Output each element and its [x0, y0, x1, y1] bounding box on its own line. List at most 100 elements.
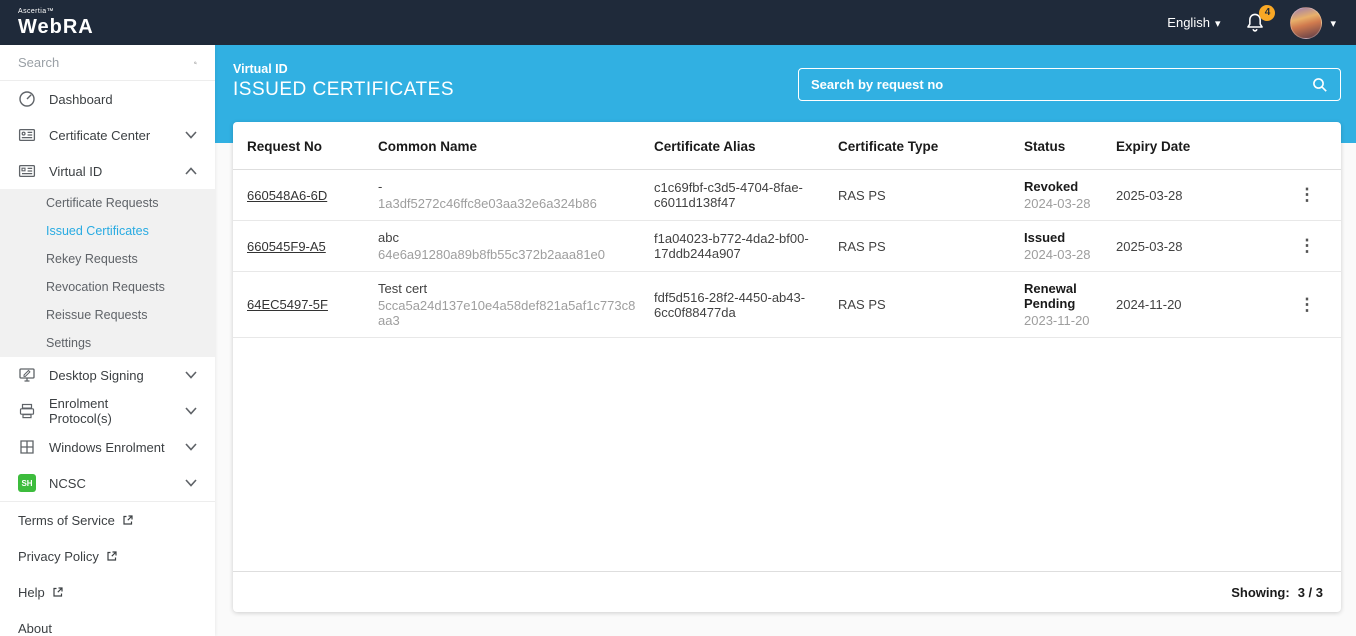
external-link-icon — [106, 550, 118, 562]
chevron-down-icon — [1215, 15, 1221, 30]
ncsc-icon: SH — [18, 474, 36, 492]
notifications-button[interactable]: 4 — [1244, 12, 1266, 34]
app-logo[interactable]: Ascertia™ WebRA — [18, 8, 94, 37]
link-label: Help — [18, 585, 45, 600]
common-name-id: 1a3df5272c46ffc8e03aa32e6a324b86 — [378, 196, 638, 211]
certificate-alias: fdf5d516-28f2-4450-ab43-6cc0f88477da — [646, 272, 830, 338]
sidebar-item-reissue-requests[interactable]: Reissue Requests — [0, 301, 215, 329]
column-header-request-no: Request No — [233, 122, 370, 170]
sidebar-item-revocation-requests[interactable]: Revocation Requests — [0, 273, 215, 301]
expiry-date: 2025-03-28 — [1108, 170, 1273, 221]
status-label: Renewal Pending — [1024, 281, 1100, 311]
search-icon[interactable] — [1312, 77, 1328, 93]
certificate-alias: f1a04023-b772-4da2-bf00-17ddb244a907 — [646, 221, 830, 272]
row-actions-menu-icon[interactable] — [1281, 295, 1333, 315]
sidebar-item-ncsc[interactable]: SH NCSC — [0, 465, 215, 501]
sidebar-item-windows-enrolment[interactable]: Windows Enrolment — [0, 429, 215, 465]
showing-label: Showing: — [1231, 585, 1290, 600]
main-content: Virtual ID ISSUED CERTIFICATES Request N… — [215, 45, 1356, 636]
brand-name: WebRA — [18, 17, 94, 37]
sidebar-item-label: Virtual ID — [49, 164, 172, 179]
link-label: About — [18, 621, 52, 636]
sidebar-item-label: Dashboard — [49, 92, 197, 107]
certificate-type: RAS PS — [830, 170, 1016, 221]
row-actions-menu-icon[interactable] — [1281, 185, 1333, 205]
language-selector[interactable]: English — [1167, 15, 1220, 30]
certificate-card-icon — [18, 126, 36, 144]
status-label: Issued — [1024, 230, 1100, 245]
column-header-certificate-alias: Certificate Alias — [646, 122, 830, 170]
chevron-down-icon — [185, 371, 197, 379]
about-link[interactable]: About — [0, 610, 215, 636]
expiry-date: 2025-03-28 — [1108, 221, 1273, 272]
status-label: Revoked — [1024, 179, 1100, 194]
chevron-down-icon — [185, 407, 197, 415]
sidebar-item-label: Windows Enrolment — [49, 440, 172, 455]
sidebar-footer: Terms of Service Privacy Policy Help — [0, 501, 215, 636]
sidebar-item-label: Enrolment Protocol(s) — [49, 396, 172, 426]
chevron-up-icon — [185, 167, 197, 175]
certificate-alias: c1c69fbf-c3d5-4704-8fae-c6011d138f47 — [646, 170, 830, 221]
request-no-link[interactable]: 660545F9-A5 — [247, 239, 326, 254]
request-no-link[interactable]: 64EC5497-5F — [247, 297, 328, 312]
sidebar-item-settings[interactable]: Settings — [0, 329, 215, 357]
status-date: 2024-03-28 — [1024, 196, 1100, 211]
sidebar-item-enrolment-protocols[interactable]: Enrolment Protocol(s) — [0, 393, 215, 429]
status-date: 2024-03-28 — [1024, 247, 1100, 262]
column-header-expiry-date: Expiry Date — [1108, 122, 1273, 170]
common-name-id: 5cca5a24d137e10e4a58def821a5af1c773c8aa3 — [378, 298, 638, 328]
sidebar-item-label: Desktop Signing — [49, 368, 172, 383]
dashboard-icon — [18, 90, 36, 108]
column-header-certificate-type: Certificate Type — [830, 122, 1016, 170]
external-link-icon — [52, 586, 64, 598]
avatar — [1290, 7, 1322, 39]
certificate-type: RAS PS — [830, 221, 1016, 272]
common-name-id: 64e6a91280a89b8fb55c372b2aaa81e0 — [378, 247, 638, 262]
request-search-input[interactable] — [811, 77, 1312, 92]
windows-enrolment-icon — [18, 438, 36, 456]
chevron-down-icon — [185, 479, 197, 487]
notification-count-badge: 4 — [1259, 5, 1275, 21]
showing-value: 3 / 3 — [1298, 585, 1323, 600]
column-header-actions — [1273, 122, 1341, 170]
language-label: English — [1167, 15, 1210, 30]
chevron-down-icon — [185, 443, 197, 451]
table-header-row: Request No Common Name Certificate Alias… — [233, 122, 1341, 170]
sidebar-item-desktop-signing[interactable]: Desktop Signing — [0, 357, 215, 393]
search-icon[interactable] — [194, 55, 197, 71]
sidebar-item-virtual-id[interactable]: Virtual ID — [0, 153, 215, 189]
request-search — [798, 68, 1341, 101]
terms-of-service-link[interactable]: Terms of Service — [0, 502, 215, 538]
status-date: 2023-11-20 — [1024, 313, 1100, 328]
column-header-status: Status — [1016, 122, 1108, 170]
chevron-down-icon — [185, 131, 197, 139]
brand-ascertia: Ascertia™ — [18, 8, 94, 15]
issued-certificates-card: Request No Common Name Certificate Alias… — [233, 122, 1341, 612]
topbar: Ascertia™ WebRA English 4 — [0, 0, 1356, 45]
sidebar-item-certificate-requests[interactable]: Certificate Requests — [0, 189, 215, 217]
table-row: 660548A6-6D - 1a3df5272c46ffc8e03aa32e6a… — [233, 170, 1341, 221]
table-row: 64EC5497-5F Test cert 5cca5a24d137e10e4a… — [233, 272, 1341, 338]
table-footer: Showing: 3 / 3 — [233, 571, 1341, 612]
sidebar-item-dashboard[interactable]: Dashboard — [0, 81, 215, 117]
sidebar-item-rekey-requests[interactable]: Rekey Requests — [0, 245, 215, 273]
help-link[interactable]: Help — [0, 574, 215, 610]
privacy-policy-link[interactable]: Privacy Policy — [0, 538, 215, 574]
sidebar: Dashboard Certificate Center Virtual ID — [0, 45, 215, 636]
request-no-link[interactable]: 660548A6-6D — [247, 188, 327, 203]
sidebar-item-certificate-center[interactable]: Certificate Center — [0, 117, 215, 153]
sidebar-search-input[interactable] — [18, 55, 194, 70]
sidebar-search — [0, 45, 215, 81]
row-actions-menu-icon[interactable] — [1281, 236, 1333, 256]
common-name: - — [378, 179, 638, 194]
column-header-common-name: Common Name — [370, 122, 646, 170]
desktop-signing-icon — [18, 366, 36, 384]
virtual-id-submenu: Certificate Requests Issued Certificates… — [0, 189, 215, 357]
user-menu[interactable] — [1290, 7, 1336, 39]
common-name: Test cert — [378, 281, 638, 296]
sidebar-item-label: Certificate Center — [49, 128, 172, 143]
table-row: 660545F9-A5 abc 64e6a91280a89b8fb55c372b… — [233, 221, 1341, 272]
expiry-date: 2024-11-20 — [1108, 272, 1273, 338]
virtual-id-card-icon — [18, 162, 36, 180]
sidebar-item-issued-certificates[interactable]: Issued Certificates — [0, 217, 215, 245]
